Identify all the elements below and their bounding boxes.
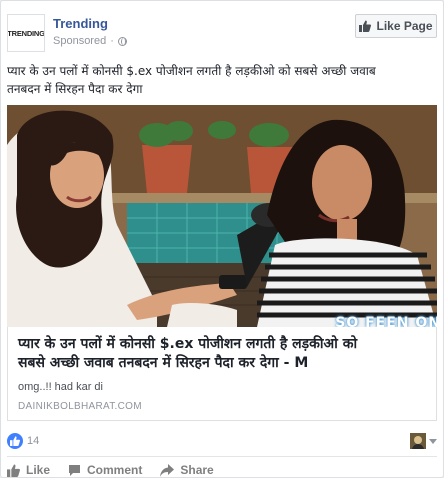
post-header: TRENDING Trending Sponsored · Like Page — [7, 14, 437, 54]
sponsored-label[interactable]: Sponsored — [53, 35, 106, 47]
reactions-bar: 14 — [7, 433, 437, 451]
actor-selector[interactable] — [410, 433, 437, 449]
comment-button[interactable]: Comment — [68, 463, 142, 477]
page-logo-text: TRENDING — [7, 28, 45, 38]
post-text-line2: तनबदन में सिरहन पैदा कर देगा — [7, 82, 143, 96]
avatar — [410, 433, 426, 449]
like-label: Like — [26, 463, 51, 477]
interview-photo — [7, 105, 437, 327]
sponsored-post-card: TRENDING Trending Sponsored · Like Page … — [0, 0, 444, 478]
page-logo[interactable]: TRENDING — [7, 14, 45, 52]
thumbs-up-icon — [359, 20, 372, 32]
link-title[interactable]: प्यार के उन पलों में कोनसी $.ex पोजीशन ल… — [18, 335, 428, 373]
reaction-count[interactable]: 14 — [27, 435, 39, 447]
share-icon — [160, 463, 175, 477]
share-button[interactable]: Share — [160, 463, 214, 477]
comment-label: Comment — [87, 463, 143, 477]
comment-icon — [68, 464, 81, 477]
link-title-line1: प्यार के उन पलों में कोनसी $.ex पोजीशन ल… — [18, 336, 358, 352]
link-title-line2: सबसे अच्छी जवाब तनबदन में सिरहन पैदा कर … — [18, 355, 309, 371]
post-image[interactable]: SO FEEN ON — [7, 105, 437, 327]
post-meta: Sponsored · — [53, 35, 127, 47]
image-watermark: SO FEEN ON — [335, 315, 437, 327]
chevron-down-icon — [429, 438, 437, 444]
post-text-line1: प्यार के उन पलों में कोनसी $.ex पोजीशन ल… — [7, 64, 376, 78]
meta-separator: · — [110, 35, 114, 47]
thumbs-up-icon — [7, 464, 20, 477]
post-text: प्यार के उन पलों में कोनसी $.ex पोजीशन ल… — [7, 62, 437, 98]
like-reaction-icon[interactable] — [7, 433, 23, 449]
post-actions: Like Comment Share — [7, 463, 437, 477]
link-preview[interactable]: प्यार के उन पलों में कोनसी $.ex पोजीशन ल… — [7, 327, 437, 421]
like-page-button[interactable]: Like Page — [355, 14, 437, 38]
like-button[interactable]: Like — [7, 463, 50, 477]
link-domain: DAINIKBOLBHARAT.COM — [18, 401, 142, 412]
share-label: Share — [180, 463, 214, 477]
globe-icon — [117, 36, 127, 46]
page-name-link[interactable]: Trending — [53, 16, 108, 31]
divider — [7, 456, 437, 457]
link-description: omg..!! had kar di — [18, 381, 103, 393]
like-page-label: Like Page — [376, 19, 433, 33]
